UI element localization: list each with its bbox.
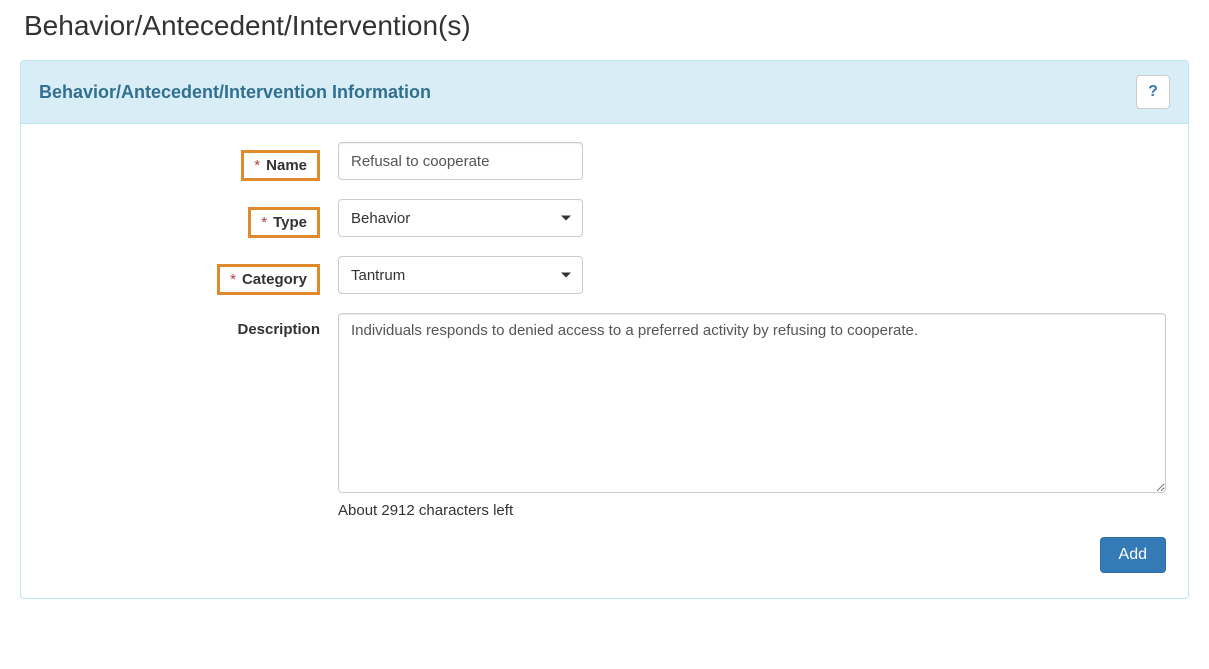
name-label: Name [266,157,307,174]
button-row: Add [43,537,1166,573]
panel-body: * Name * Type Behavior [21,124,1188,598]
description-textarea[interactable] [338,313,1166,493]
add-button[interactable]: Add [1100,537,1166,573]
category-select[interactable]: Tantrum [338,256,583,294]
form-row-name: * Name [43,142,1166,181]
help-button[interactable]: ? [1136,75,1170,109]
info-panel: Behavior/Antecedent/Intervention Informa… [20,60,1189,599]
form-row-category: * Category Tantrum [43,256,1166,295]
name-input[interactable] [338,142,583,180]
name-label-box: * Name [241,150,320,181]
category-select-value: Tantrum [351,267,405,284]
description-label-box: Description [237,321,320,338]
type-label: Type [273,214,307,231]
category-label-box: * Category [217,264,320,295]
category-label: Category [242,271,307,288]
char-counter: About 2912 characters left [338,502,1166,519]
question-icon: ? [1148,83,1158,101]
type-select[interactable]: Behavior [338,199,583,237]
page-title: Behavior/Antecedent/Intervention(s) [24,10,1189,42]
panel-title: Behavior/Antecedent/Intervention Informa… [39,82,431,103]
panel-heading: Behavior/Antecedent/Intervention Informa… [21,61,1188,124]
description-label: Description [237,321,320,338]
type-select-value: Behavior [351,210,410,227]
required-star: * [261,214,267,231]
required-star: * [230,271,236,288]
required-star: * [254,157,260,174]
form-row-description: Description About 2912 characters left [43,313,1166,519]
type-label-box: * Type [248,207,320,238]
form-row-type: * Type Behavior [43,199,1166,238]
